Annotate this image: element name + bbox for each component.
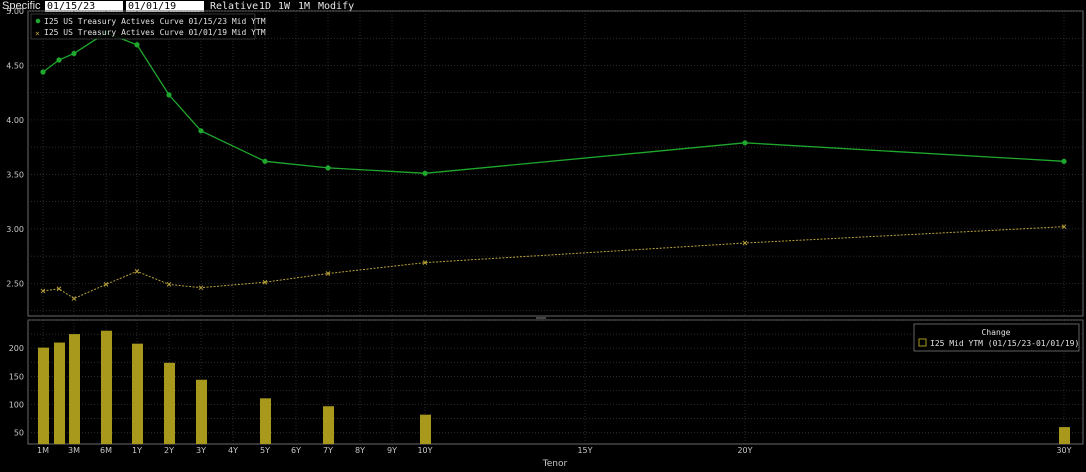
bar-legend: Change I25 Mid YTM (01/15/23-01/01/19) (913, 323, 1080, 352)
x-tick-1Y: 1Y (132, 446, 142, 455)
point-current-2Y (166, 92, 172, 98)
x-tick-8Y: 8Y (355, 446, 365, 455)
x-tick-6Y: 6Y (291, 446, 301, 455)
point-current-30Y (1061, 158, 1067, 164)
point-current-1M (40, 69, 46, 75)
bar-legend-label: I25 Mid YTM (01/15/23-01/01/19) (930, 339, 1079, 348)
bar-2Y (164, 362, 175, 444)
y-tick-top: 5.00 (6, 7, 24, 16)
legend-previous-marker: × (35, 29, 40, 38)
bar-3Y (196, 379, 207, 444)
x-tick-10Y: 10Y (417, 446, 432, 455)
y-tick-top: 3.50 (6, 170, 24, 179)
y-tick-bottom: 150 (9, 372, 24, 381)
y-tick-top: 3.00 (6, 225, 24, 234)
line-previous (42, 226, 1065, 300)
bar-7Y (323, 406, 334, 444)
x-tick-6M: 6M (100, 446, 112, 455)
x-tick-1M: 1M (37, 446, 49, 455)
point-current-2M (56, 57, 62, 63)
point-current-10Y (422, 170, 428, 176)
legend-current-marker (35, 18, 41, 24)
y-tick-bottom: 200 (9, 344, 24, 353)
y-tick-bottom: 100 (9, 401, 24, 410)
point-current-3Y (198, 128, 204, 134)
point-current-3M (71, 50, 77, 57)
y-tick-top: 2.50 (6, 279, 24, 288)
y-axis-ticks: 2.50 3.00 3.50 4.00 4.50 5.00 50 100 150 200 (6, 7, 24, 438)
bar-2M (54, 342, 65, 444)
y-tick-top: 4.50 (6, 61, 24, 70)
legend-previous-label: I25 US Treasury Actives Curve 01/01/19 M… (44, 28, 266, 37)
x-axis-label: Tenor (542, 459, 568, 469)
x-tick-15Y: 15Y (577, 446, 592, 455)
line-current (42, 32, 1065, 174)
x-tick-5Y: 5Y (260, 446, 270, 455)
line-legend: I25 US Treasury Actives Curve 01/15/23 M… (30, 13, 266, 40)
y-tick-top: 4.00 (6, 116, 24, 125)
chart-area: 2.50 3.00 3.50 4.00 4.50 5.00 50 100 150 200 1M 3M… (6, 7, 1084, 469)
x-tick-20Y: 20Y (737, 446, 752, 455)
bar-6M (101, 330, 112, 444)
bar-legend-title: Change (982, 328, 1011, 337)
x-tick-3M: 3M (68, 446, 80, 455)
bar-10Y (420, 414, 431, 444)
y-tick-bottom: 50 (14, 429, 24, 438)
x-tick-9Y: 9Y (387, 446, 397, 455)
x-tick-7Y: 7Y (323, 446, 333, 455)
line-series (40, 30, 1067, 301)
legend-current-label: I25 US Treasury Actives Curve 01/15/23 M… (44, 17, 266, 26)
x-tick-30Y: 30Y (1056, 446, 1071, 455)
bar-5Y (260, 398, 271, 444)
bar-1Y (132, 343, 143, 444)
bar-3M (69, 334, 80, 444)
point-current-1Y (134, 42, 140, 48)
x-tick-4Y: 4Y (228, 446, 238, 455)
bar-1M (38, 347, 49, 444)
point-current-7Y (325, 165, 331, 171)
x-axis-ticks: 1M 3M 6M 1Y 2Y 3Y 4Y 5Y 6Y 7Y 8Y 9Y 10Y 15Y 20Y 30Y (37, 446, 1072, 455)
point-current-5Y (262, 158, 268, 164)
x-tick-3Y: 3Y (196, 446, 206, 455)
point-current-20Y (742, 140, 748, 146)
x-tick-2Y: 2Y (164, 446, 174, 455)
grid-layer (28, 10, 1083, 444)
bar-30Y (1059, 427, 1070, 444)
top-panel-frame (27, 10, 1084, 317)
